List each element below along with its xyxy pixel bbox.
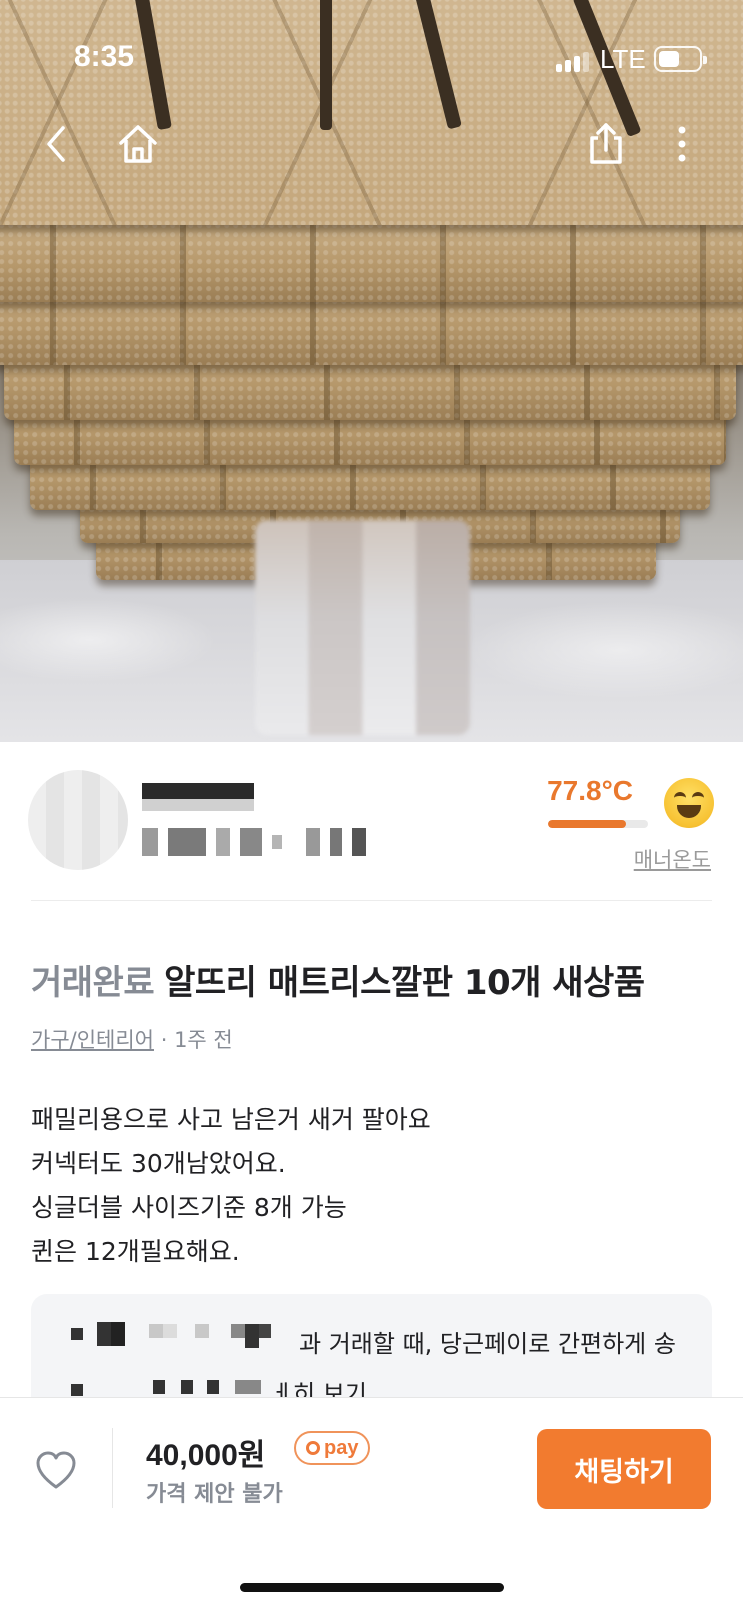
redacted-pixels xyxy=(153,1380,165,1394)
avatar[interactable] xyxy=(28,770,128,870)
redacted-pixels xyxy=(245,1324,259,1348)
status-bar: 8:35 LTE xyxy=(0,0,743,110)
seller-name-redacted xyxy=(142,783,254,811)
divider xyxy=(112,1428,113,1508)
category-link[interactable]: 가구/인테리어 xyxy=(31,1028,154,1052)
redacted-pixels xyxy=(259,1324,271,1338)
pay-promo-text: 과 거래할 때, 당근페이로 간편하게 송 xyxy=(299,1330,676,1358)
heart-icon xyxy=(36,1451,76,1489)
carrot-icon xyxy=(306,1441,320,1455)
description-line: 패밀리용으로 사고 남은거 새거 팔아요 xyxy=(31,1105,431,1134)
home-button[interactable] xyxy=(112,118,164,170)
manner-temperature-bar xyxy=(548,820,648,828)
meta-separator: · xyxy=(160,1028,168,1052)
redacted-pixels xyxy=(163,1324,177,1338)
trade-status-label: 거래완료 xyxy=(31,963,155,1003)
description-line: 커넥터도 30개남았어요. xyxy=(31,1149,286,1178)
manner-temperature: 77.8°C xyxy=(547,775,633,806)
more-vertical-icon xyxy=(678,126,686,162)
chevron-left-icon xyxy=(47,126,65,162)
status-time: 8:35 xyxy=(74,40,135,73)
redacted-pixels xyxy=(71,1328,83,1340)
redacted-pixels xyxy=(235,1380,261,1394)
laughing-face-icon xyxy=(664,778,714,828)
redacted-pixels xyxy=(149,1324,163,1338)
redacted-pixels xyxy=(181,1380,193,1394)
post-description: 패밀리용으로 사고 남은거 새거 팔아요 커넥터도 30개남았어요. 싱글더블 … xyxy=(31,1098,431,1274)
redacted-pixels xyxy=(207,1380,219,1394)
description-line: 퀸은 12개필요해요. xyxy=(31,1237,240,1266)
home-icon xyxy=(119,125,157,163)
share-button[interactable] xyxy=(580,118,632,170)
post-meta: 가구/인테리어 · 1주 전 xyxy=(31,1024,233,1054)
divider xyxy=(31,900,712,901)
signal-icon xyxy=(556,50,590,72)
chat-button[interactable]: 채팅하기 xyxy=(537,1429,711,1509)
home-indicator[interactable] xyxy=(240,1583,504,1592)
pay-badge: pay xyxy=(294,1431,371,1465)
price-negotiation-status: 가격 제안 불가 xyxy=(146,1482,283,1507)
manner-temperature-label[interactable]: 매너온도 xyxy=(634,844,711,874)
redacted-pixels xyxy=(71,1384,83,1396)
description-line: 싱글더블 사이즈기준 8개 가능 xyxy=(31,1193,347,1222)
redacted-pixels xyxy=(231,1324,245,1338)
back-button[interactable] xyxy=(30,118,82,170)
redacted-pixels xyxy=(111,1322,125,1346)
seller-location-redacted xyxy=(142,828,366,856)
blurred-region xyxy=(255,520,470,735)
more-button[interactable] xyxy=(656,118,708,170)
post-title: 거래완료 알뜨리 매트리스깔판 10개 새상품 xyxy=(31,955,645,1004)
share-icon xyxy=(590,123,622,164)
network-type: LTE xyxy=(600,44,646,74)
price: 40,000원 xyxy=(146,1439,266,1472)
battery-icon xyxy=(654,46,707,72)
product-photo[interactable] xyxy=(0,0,743,742)
post-time: 1주 전 xyxy=(174,1028,233,1052)
like-button[interactable] xyxy=(34,1449,78,1493)
redacted-pixels xyxy=(97,1322,111,1346)
board-stack-layer xyxy=(0,222,743,302)
post-title-text: 알뜨리 매트리스깔판 10개 새상품 xyxy=(164,963,645,1003)
redacted-pixels xyxy=(195,1324,209,1338)
pay-badge-label: pay xyxy=(324,1436,359,1459)
